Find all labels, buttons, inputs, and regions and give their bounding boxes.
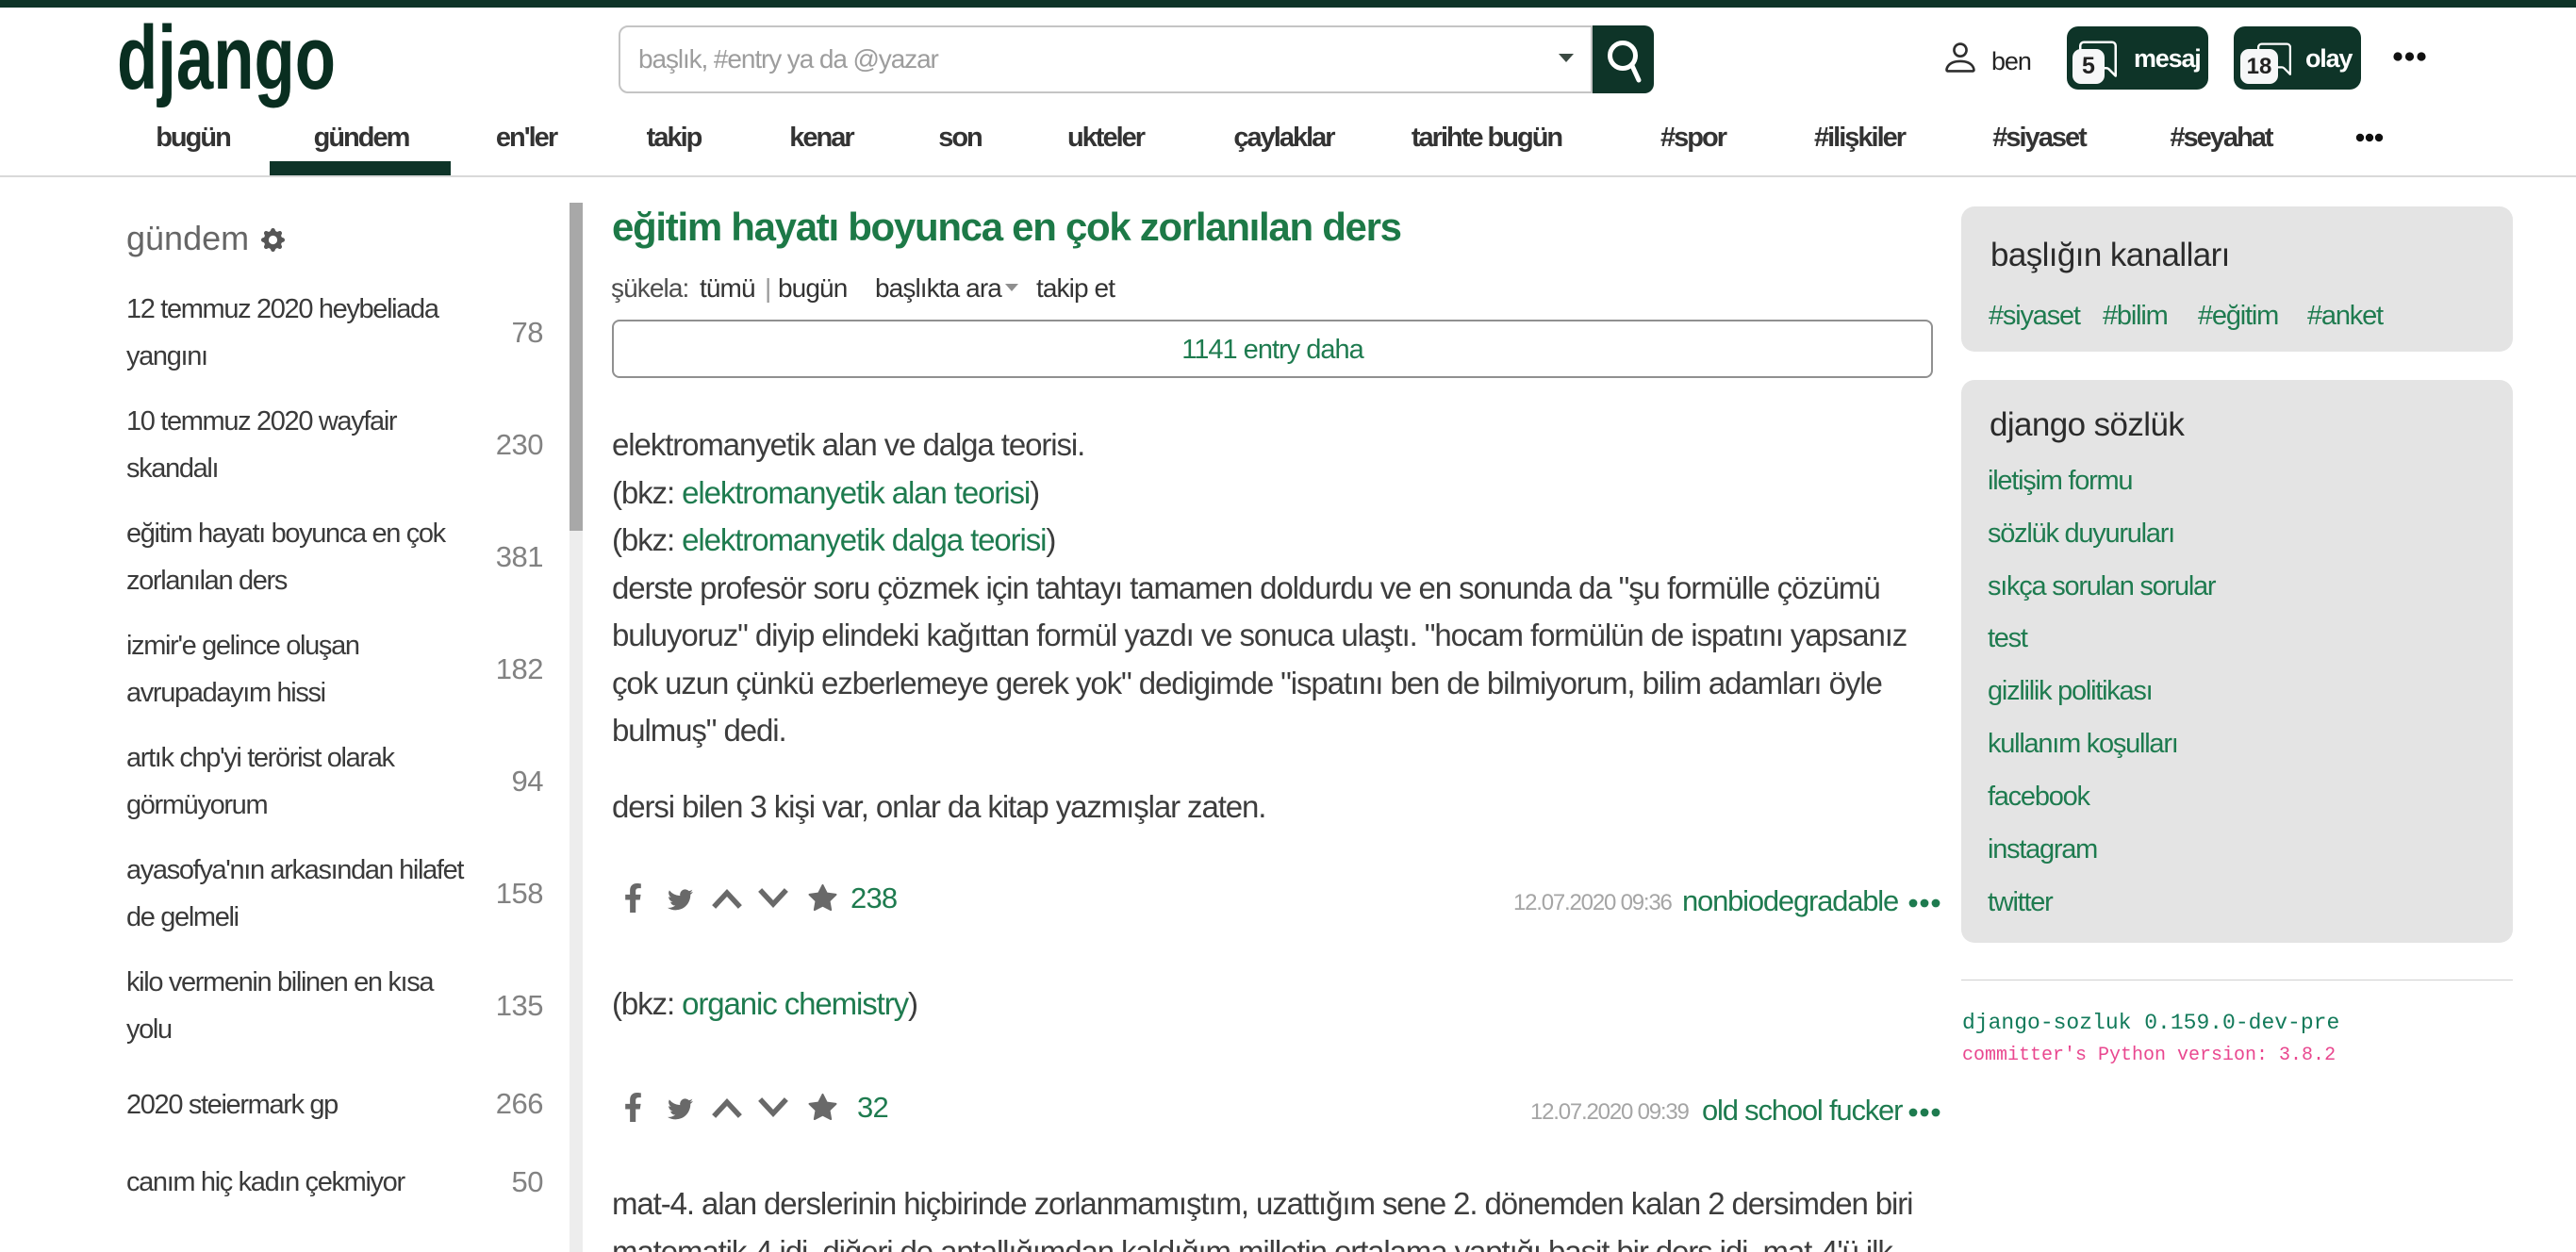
svg-text:django: django	[117, 13, 336, 108]
